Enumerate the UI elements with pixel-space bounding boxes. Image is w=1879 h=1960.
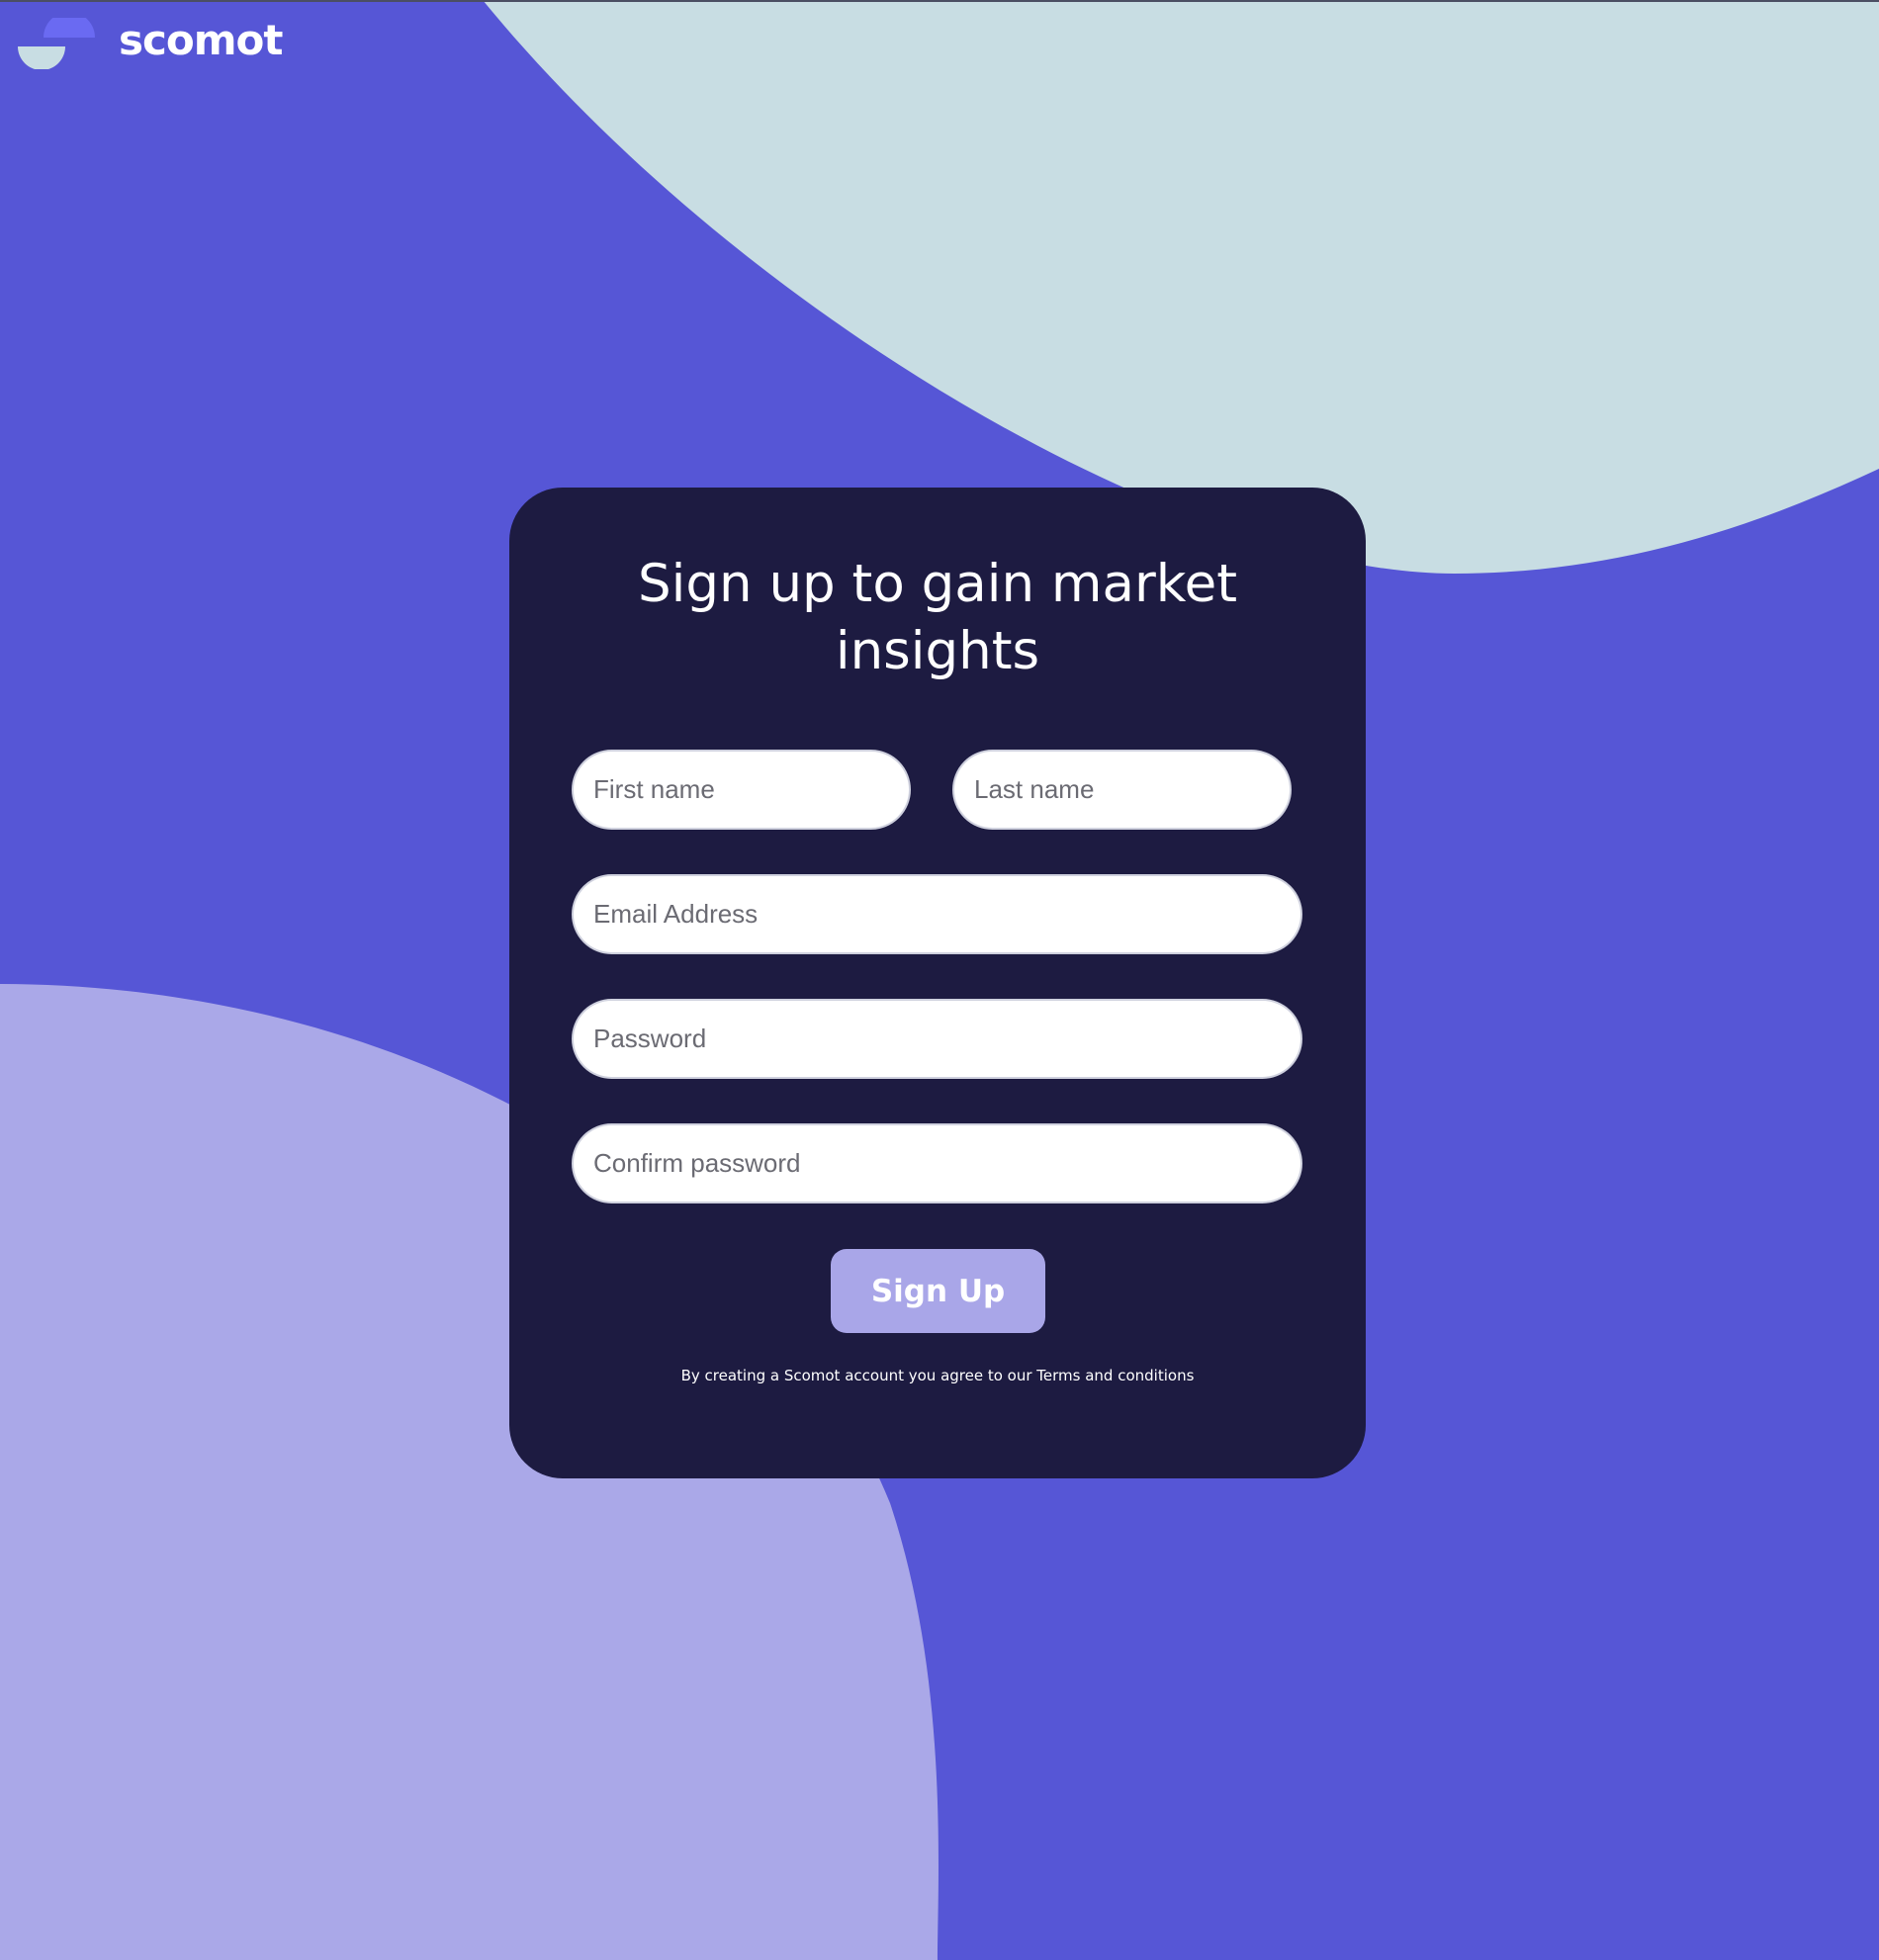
scomot-logo-icon — [18, 18, 95, 69]
terms-and-conditions-link[interactable]: Terms and conditions — [1036, 1367, 1194, 1384]
last-name-input[interactable] — [952, 750, 1292, 830]
signup-card: Sign up to gain market insights Sign Up … — [509, 488, 1366, 1478]
brand-logo[interactable]: scomot — [18, 16, 283, 69]
confirm-password-input[interactable] — [572, 1123, 1302, 1203]
password-input[interactable] — [572, 999, 1302, 1079]
terms-prefix-text: By creating a Scomot account you agree t… — [680, 1367, 1037, 1384]
signup-title: Sign up to gain market insights — [638, 554, 1237, 681]
terms-notice: By creating a Scomot account you agree t… — [549, 1366, 1326, 1385]
email-input[interactable] — [572, 874, 1302, 954]
brand-name: scomot — [119, 16, 283, 64]
first-name-input[interactable] — [572, 750, 911, 830]
window-top-border — [0, 0, 1879, 2]
sign-up-button[interactable]: Sign Up — [831, 1249, 1045, 1333]
